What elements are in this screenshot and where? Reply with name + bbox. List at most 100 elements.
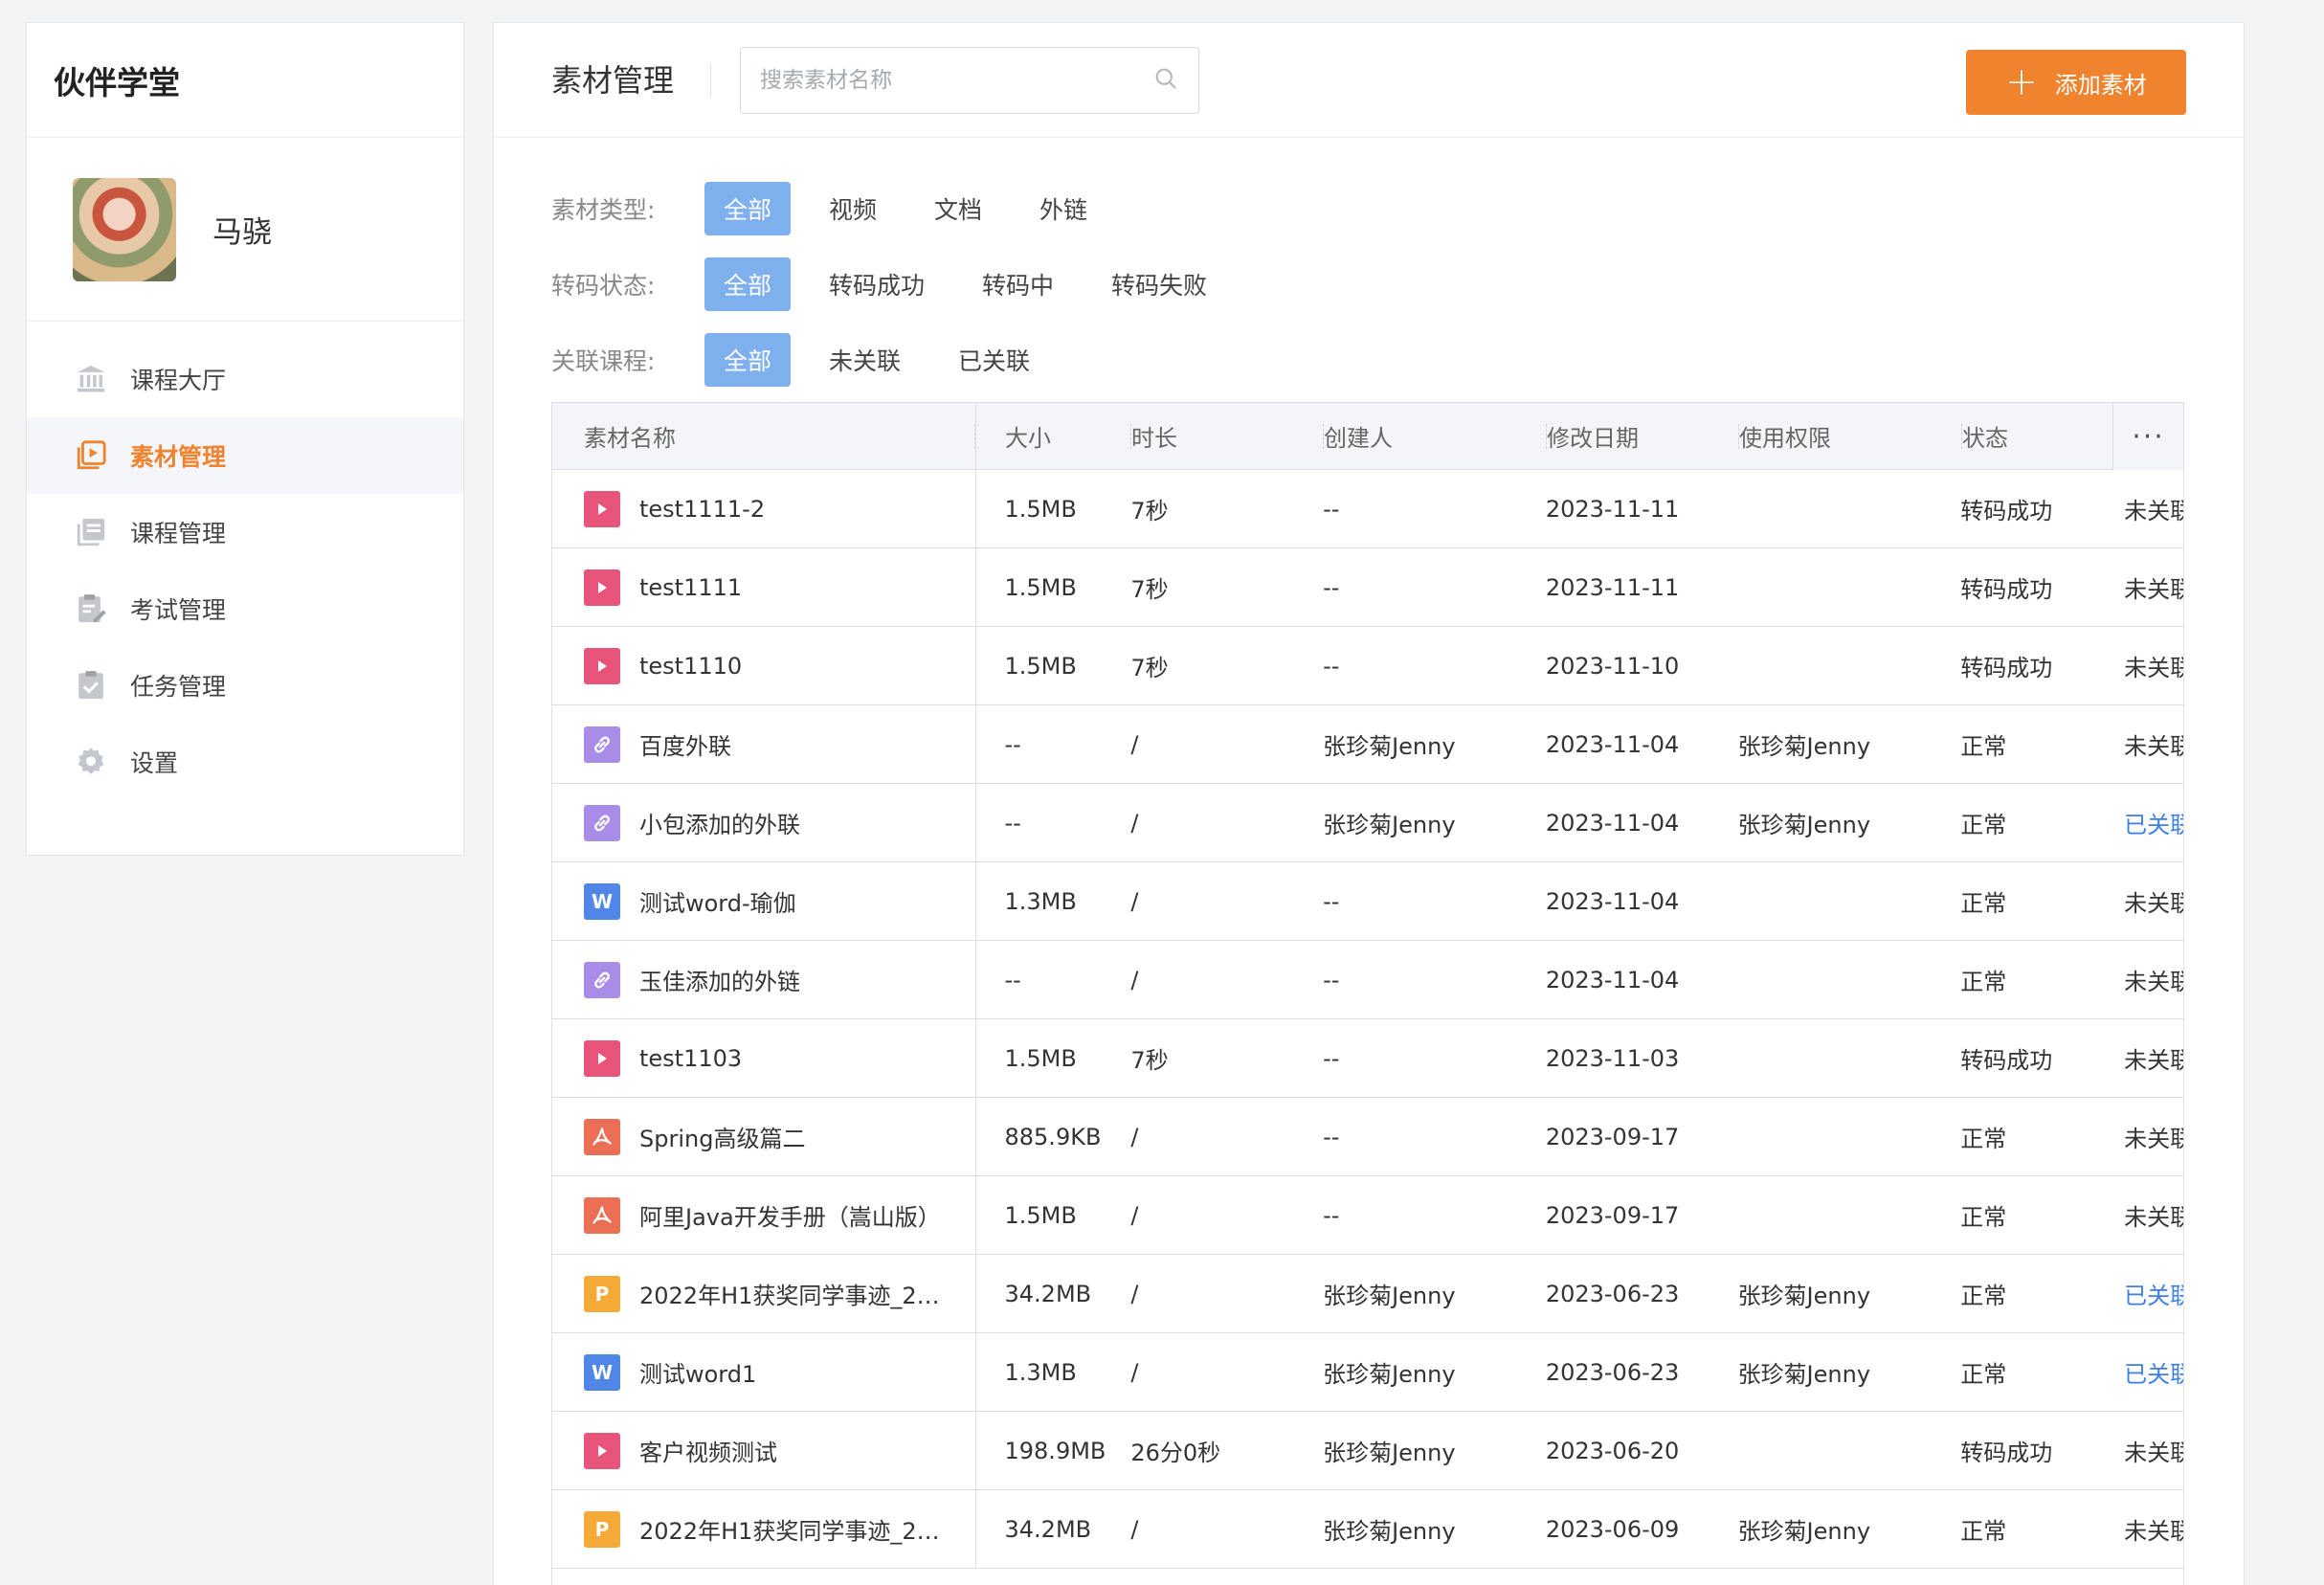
column-header-duration[interactable]: 时长: [1131, 403, 1324, 469]
cell-name[interactable]: test1103: [552, 1019, 976, 1097]
cell-permission: 张珍菊Jenny: [1737, 812, 1871, 838]
filter-course-all[interactable]: 全部: [704, 332, 792, 387]
filter-transcode-failed[interactable]: 转码失败: [1092, 257, 1226, 311]
cell-course-link[interactable]: 已关联: [2124, 1333, 2183, 1411]
table-row[interactable]: test1111 1.5MB 7秒 -- 2023-11-11 转码成功 未关联: [552, 548, 2183, 627]
filter-transcode-processing[interactable]: 转码中: [963, 257, 1073, 311]
cell-duration: /: [1130, 1280, 1139, 1307]
cell-course-link[interactable]: 已关联: [2124, 784, 2183, 861]
filter-course-unlinked[interactable]: 未关联: [810, 333, 920, 387]
material-name[interactable]: 测试word1: [639, 1355, 756, 1389]
table-row[interactable]: Spring高级篇二 885.9KB / -- 2023-09-17 正常 未关…: [552, 1098, 2183, 1176]
cell-date: 2023-11-11: [1545, 495, 1680, 523]
filter-course-linked[interactable]: 已关联: [939, 333, 1049, 387]
material-name[interactable]: Spring高级篇二: [639, 1120, 805, 1153]
material-name[interactable]: 阿里Java开发手册（嵩山版）: [639, 1198, 941, 1232]
cell-name[interactable]: 客户视频测试: [552, 1412, 976, 1489]
column-header-name[interactable]: 素材名称: [552, 403, 976, 469]
cell-course-link[interactable]: 已关联: [2124, 1255, 2183, 1332]
add-material-button[interactable]: + 添加素材: [1966, 50, 2186, 115]
material-name[interactable]: test1111: [639, 574, 742, 601]
cell-creator: --: [1323, 573, 1340, 601]
column-header-size[interactable]: 大小: [976, 403, 1131, 469]
sidebar-item-media[interactable]: 素材管理: [27, 417, 463, 494]
filter-transcode-all[interactable]: 全部: [704, 257, 792, 311]
filter-transcode-success[interactable]: 转码成功: [810, 257, 944, 311]
cell-size: 885.9KB: [1004, 1123, 1102, 1150]
sidebar-item-task[interactable]: 任务管理: [27, 647, 463, 724]
column-header-status[interactable]: 状态: [1962, 403, 2126, 469]
cell-permission: [1738, 548, 1961, 626]
cell-creator: --: [1323, 966, 1340, 993]
brand-title: 伙伴学堂: [27, 23, 463, 138]
cell-duration: 7秒: [1130, 576, 1169, 603]
sidebar-item-settings[interactable]: 设置: [27, 724, 463, 800]
table-row[interactable]: test1111-2 1.5MB 7秒 -- 2023-11-11 转码成功 未…: [552, 470, 2183, 548]
filter-label-course: 关联课程:: [551, 346, 656, 375]
material-name[interactable]: 测试word-瑜伽: [639, 884, 796, 918]
cell-name[interactable]: P 2022年H1获奖同学事迹_20…: [552, 1490, 976, 1568]
table-row[interactable]: 玉佳添加的外链 -- / -- 2023-11-04 正常 未关联: [552, 941, 2183, 1019]
cell-permission: [1738, 862, 1961, 940]
material-name[interactable]: 玉佳添加的外链: [639, 963, 800, 996]
table-row[interactable]: 阿里Java开发手册（嵩山版） 1.5MB / -- 2023-09-17 正常…: [552, 1176, 2183, 1255]
course-list-icon: [75, 516, 107, 548]
sidebar-item-course-manage[interactable]: 课程管理: [27, 494, 463, 570]
filter-type-video[interactable]: 视频: [810, 182, 896, 235]
material-name[interactable]: 小包添加的外联: [639, 806, 800, 839]
material-name[interactable]: test1111-2: [639, 496, 765, 523]
topbar: 素材管理 + 添加素材: [494, 23, 2244, 138]
cell-name[interactable]: 玉佳添加的外链: [552, 941, 976, 1018]
cell-status: 正常: [1960, 1126, 2007, 1152]
column-header-permission[interactable]: 使用权限: [1739, 403, 1962, 469]
material-name[interactable]: test1103: [639, 1045, 742, 1072]
cell-creator: 张珍菊Jenny: [1323, 1440, 1456, 1466]
column-header-creator[interactable]: 创建人: [1324, 403, 1547, 469]
cell-permission: 张珍菊Jenny: [1737, 1361, 1871, 1388]
cell-name[interactable]: W 测试word1: [552, 1333, 976, 1411]
sidebar-item-exam[interactable]: 考试管理: [27, 570, 463, 647]
cell-name[interactable]: test1111: [552, 548, 976, 626]
search-input[interactable]: [760, 67, 1153, 93]
sidebar-item-label: 设置: [130, 749, 179, 777]
cell-name[interactable]: W 测试word-瑜伽: [552, 862, 976, 940]
cell-name[interactable]: 小包添加的外联: [552, 784, 976, 861]
cell-name[interactable]: P 2022年H1获奖同学事迹_20…: [552, 1255, 976, 1332]
cell-name[interactable]: Spring高级篇二: [552, 1098, 976, 1175]
cell-course-link: 未关联: [2124, 1047, 2183, 1074]
cell-creator: --: [1323, 652, 1340, 680]
cell-creator: 张珍菊Jenny: [1323, 733, 1456, 760]
material-name[interactable]: test1110: [639, 653, 742, 680]
table-row[interactable]: 小包添加的外联 -- / 张珍菊Jenny 2023-11-04 张珍菊Jenn…: [552, 784, 2183, 862]
sidebar-item-course-hall[interactable]: 课程大厅: [27, 341, 463, 417]
filter-type-all[interactable]: 全部: [704, 181, 792, 235]
table-row[interactable]: P 2022年H1获奖同学事迹_20… 34.2MB / 张珍菊Jenny 20…: [552, 1490, 2183, 1569]
cell-name[interactable]: test1111-2: [552, 470, 976, 547]
table-row[interactable]: W 测试word1 1.3MB / 张珍菊Jenny 2023-06-23 张珍…: [552, 1333, 2183, 1412]
more-columns-button[interactable]: ···: [2112, 403, 2183, 470]
cell-name[interactable]: test1110: [552, 627, 976, 704]
table-row[interactable]: P 2022年H1获奖同学事迹_20… 34.2MB / 张珍菊Jenny 20…: [552, 1255, 2183, 1333]
table-row[interactable]: 百度外联 -- / 张珍菊Jenny 2023-11-04 张珍菊Jenny 正…: [552, 705, 2183, 784]
filter-type-document[interactable]: 文档: [915, 182, 1001, 235]
material-name[interactable]: 2022年H1获奖同学事迹_20…: [639, 1512, 946, 1546]
ppt-file-icon: P: [584, 1275, 620, 1312]
material-name[interactable]: 2022年H1获奖同学事迹_20…: [639, 1277, 946, 1310]
column-header-date[interactable]: 修改日期: [1547, 403, 1739, 469]
cell-name[interactable]: 百度外联: [552, 705, 976, 783]
search-icon[interactable]: [1152, 65, 1179, 96]
video-file-icon: [584, 490, 620, 527]
search-box[interactable]: [740, 46, 1200, 114]
material-name[interactable]: 百度外联: [639, 727, 731, 761]
avatar[interactable]: [73, 177, 176, 281]
table-row[interactable]: test1103 1.5MB 7秒 -- 2023-11-03 转码成功 未关联: [552, 1019, 2183, 1098]
table-row[interactable]: 客户视频测试 198.9MB 26分0秒 张珍菊Jenny 2023-06-20…: [552, 1412, 2183, 1490]
cell-name[interactable]: 阿里Java开发手册（嵩山版）: [552, 1176, 976, 1254]
word-file-icon: W: [584, 882, 620, 920]
table-row[interactable]: W 测试word-瑜伽 1.3MB / -- 2023-11-04 正常 未关联: [552, 862, 2183, 941]
filter-type-link[interactable]: 外链: [1020, 182, 1106, 235]
material-name[interactable]: 客户视频测试: [639, 1434, 777, 1467]
cell-creator: 张珍菊Jenny: [1323, 812, 1456, 838]
table-row[interactable]: test1110 1.5MB 7秒 -- 2023-11-10 转码成功 未关联: [552, 627, 2183, 705]
cell-course-link: 未关联: [2124, 655, 2183, 681]
